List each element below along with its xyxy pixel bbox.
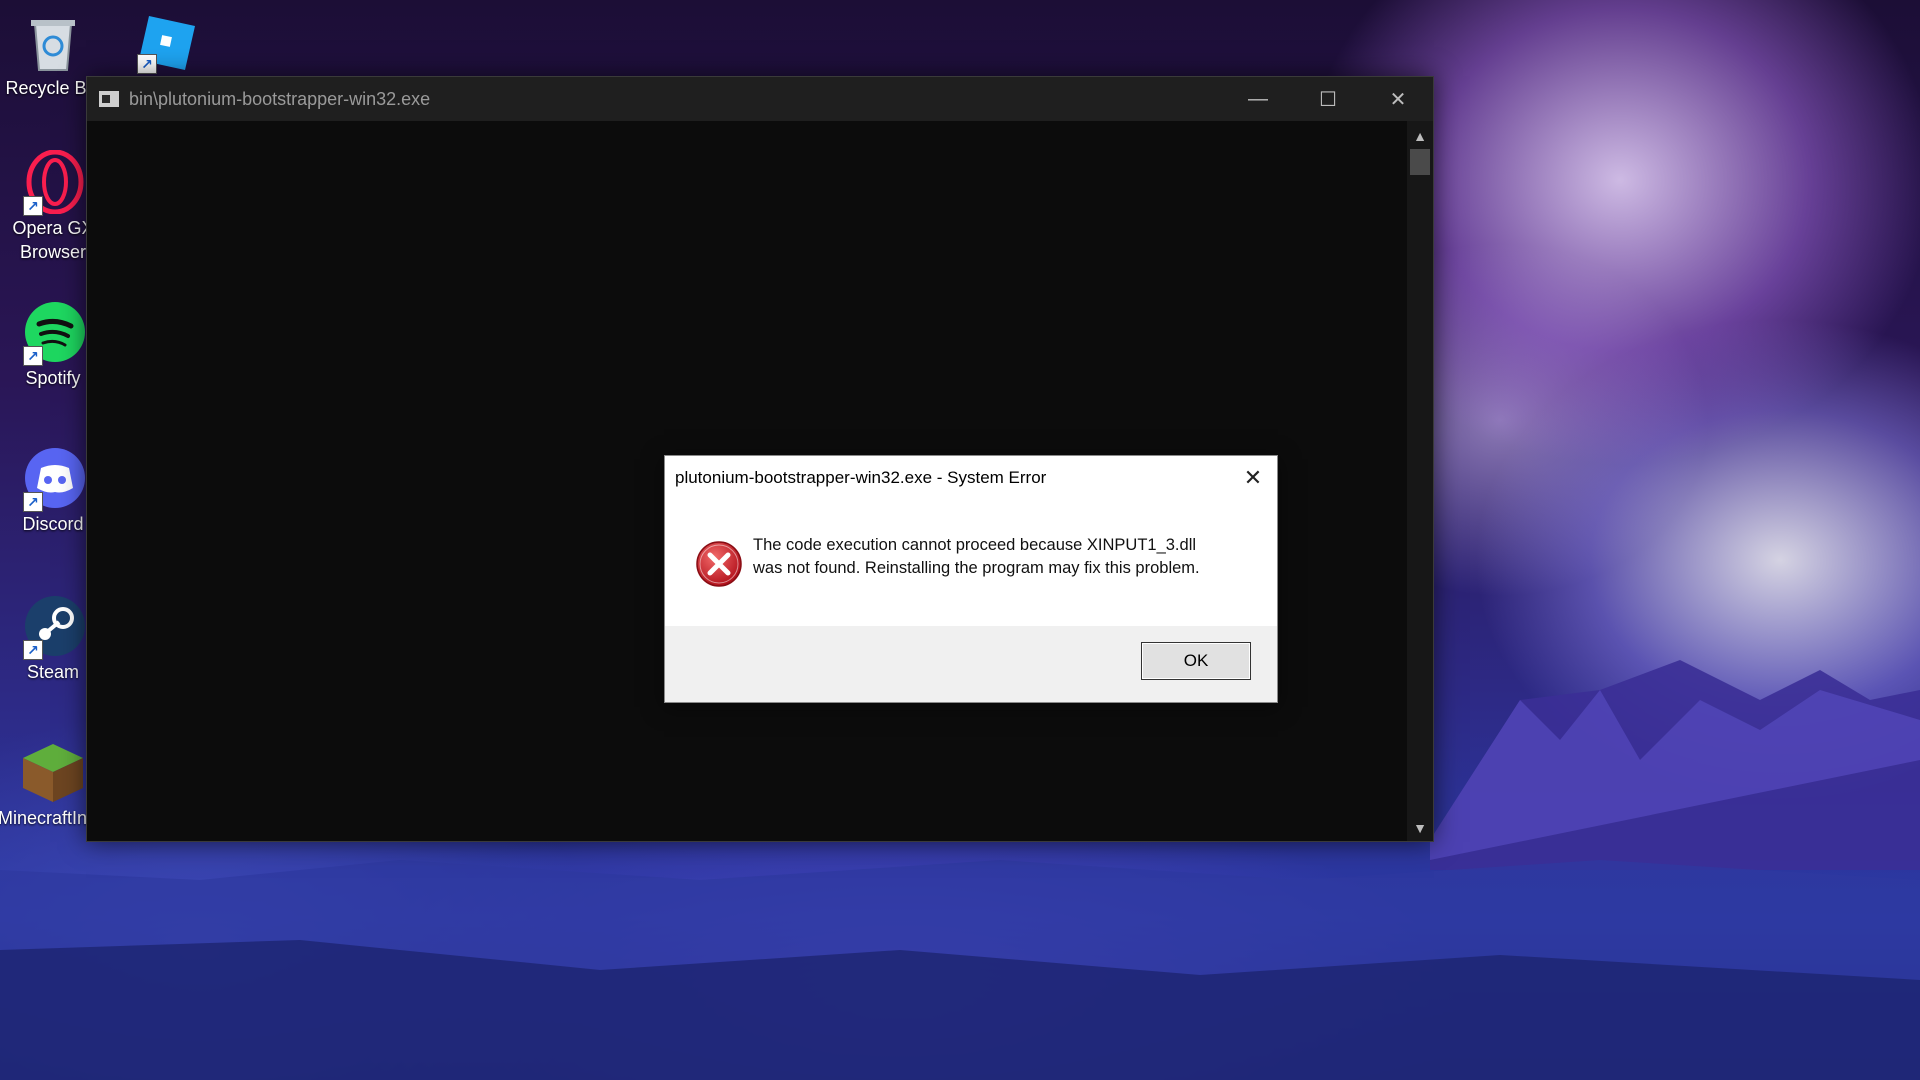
window-controls: — ☐ ✕ bbox=[1223, 77, 1433, 121]
dialog-close-button[interactable]: ✕ bbox=[1229, 456, 1277, 500]
opera-gx-icon: ↗ bbox=[21, 149, 85, 216]
roblox-icon: ↗ bbox=[135, 8, 199, 74]
shortcut-arrow-icon: ↗ bbox=[23, 640, 43, 660]
console-titlebar[interactable]: bin\plutonium-bootstrapper-win32.exe — ☐… bbox=[87, 77, 1433, 121]
scroll-down-icon[interactable]: ▼ bbox=[1407, 817, 1433, 839]
desktop-icon-roblox[interactable]: ↗ bbox=[112, 8, 222, 74]
dialog-footer: OK bbox=[665, 626, 1277, 702]
scrollbar-thumb[interactable] bbox=[1410, 149, 1430, 175]
scroll-up-icon[interactable]: ▲ bbox=[1407, 125, 1433, 147]
recycle-bin-icon bbox=[21, 10, 85, 74]
shortcut-arrow-icon: ↗ bbox=[23, 346, 43, 366]
error-icon bbox=[695, 540, 743, 588]
maximize-button[interactable]: ☐ bbox=[1293, 77, 1363, 121]
dialog-titlebar[interactable]: plutonium-bootstrapper-win32.exe - Syste… bbox=[665, 456, 1277, 500]
shortcut-arrow-icon: ↗ bbox=[23, 196, 43, 216]
dialog-content: The code execution cannot proceed becaus… bbox=[665, 500, 1277, 628]
shortcut-arrow-icon: ↗ bbox=[137, 54, 157, 74]
minecraft-icon bbox=[21, 740, 85, 804]
shortcut-arrow-icon: ↗ bbox=[23, 492, 43, 512]
dialog-title: plutonium-bootstrapper-win32.exe - Syste… bbox=[675, 468, 1047, 487]
ok-button[interactable]: OK bbox=[1141, 642, 1251, 680]
minecraft-label: MinecraftInstaller bbox=[0, 808, 88, 828]
error-message: The code execution cannot proceed becaus… bbox=[753, 534, 1200, 580]
steam-icon: ↗ bbox=[21, 594, 85, 660]
error-message-line: The code execution cannot proceed becaus… bbox=[753, 536, 1197, 554]
system-error-dialog[interactable]: plutonium-bootstrapper-win32.exe - Syste… bbox=[664, 455, 1278, 703]
error-message-line: was not found. Reinstalling the program … bbox=[753, 559, 1200, 577]
close-button[interactable]: ✕ bbox=[1363, 77, 1433, 121]
console-title: bin\plutonium-bootstrapper-win32.exe bbox=[129, 88, 431, 109]
console-scrollbar[interactable]: ▲ ▼ bbox=[1407, 121, 1433, 841]
console-app-icon bbox=[99, 91, 119, 107]
minimize-button[interactable]: — bbox=[1223, 77, 1293, 121]
spotify-icon: ↗ bbox=[21, 300, 85, 366]
discord-icon: ↗ bbox=[21, 446, 85, 512]
